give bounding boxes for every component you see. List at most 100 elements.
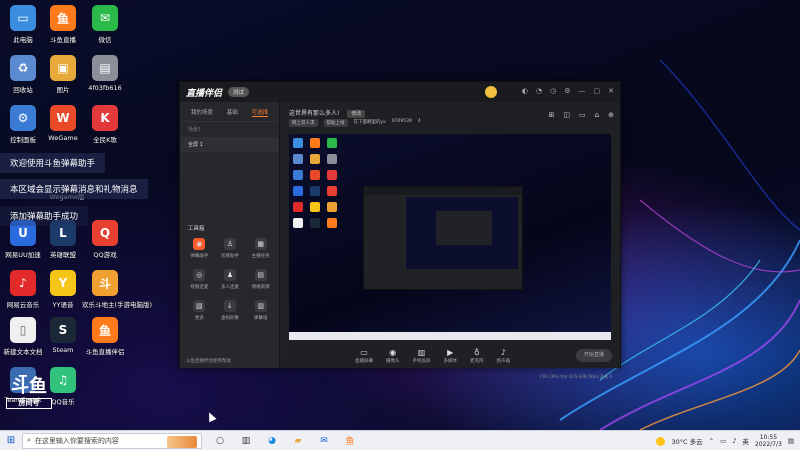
widgets-icon[interactable]: ▥ bbox=[238, 433, 254, 449]
desktop-icon[interactable]: ✉ 微信 bbox=[82, 5, 128, 44]
screen-capture-icon: ▭ bbox=[360, 348, 368, 357]
douyu-watermark: 斗鱼 房间号 bbox=[6, 378, 52, 422]
desktop-icon[interactable]: ▣ 图片 bbox=[40, 55, 86, 94]
desktop-app-icon: ♪ bbox=[10, 270, 36, 296]
skin-icon[interactable]: ◐ bbox=[522, 87, 528, 95]
main-pane: 这世界有那么多人! 修改 网上游人求 帮助上线 在下面哪里的yx 9709539 4 ⊞… bbox=[281, 102, 620, 379]
desktop-icon[interactable]: Y YY语音 bbox=[40, 270, 86, 309]
help-link[interactable]: 斗鱼直播伴侣使用帮助 bbox=[186, 358, 231, 364]
speaker-button[interactable]: ♪ 扬声器 bbox=[497, 348, 511, 364]
tool-item[interactable]: ♙ 房管助手 bbox=[215, 238, 246, 259]
maximize-icon[interactable]: ▢ bbox=[594, 87, 601, 95]
source-item-fullscreen[interactable]: 全屏 1 bbox=[180, 137, 279, 152]
tool-icon: ▦ bbox=[254, 238, 267, 250]
desktop-icon[interactable]: K 全民K歌 bbox=[82, 105, 128, 144]
microphone-button[interactable]: ♁ 麦克风 bbox=[470, 348, 484, 364]
room-meta-item[interactable]: 网上游人求 bbox=[289, 119, 318, 127]
scene-icon[interactable]: ◫ bbox=[563, 111, 570, 119]
room-meta-item[interactable]: 帮助上线 bbox=[323, 119, 348, 127]
stream-preview[interactable] bbox=[289, 134, 611, 340]
desktop-app-icon: Q bbox=[92, 220, 118, 246]
window-controls: ◐ ◔ ◷ ⚙ — ▢ ✕ bbox=[522, 87, 614, 95]
settings-icon[interactable]: ⚙ bbox=[564, 87, 570, 95]
avatar[interactable] bbox=[485, 86, 497, 98]
volume-icon[interactable]: ♪ bbox=[732, 437, 736, 445]
header-tools: ⊞ ◫ ▭ ⌂ ⊕ bbox=[549, 111, 614, 119]
tool-label: 更多 bbox=[194, 316, 204, 321]
tool-label: 视频连麦 bbox=[190, 285, 209, 290]
status-strip: CPU 19% 内存 41% 码率 0kb/s 丢帧 0 bbox=[539, 374, 612, 379]
room-meta-item: 在下面哪里的yx bbox=[353, 120, 386, 125]
tool-item[interactable]: ♟ 多人连麦 bbox=[215, 269, 246, 290]
danmu-added-notice: 添加弹幕助手成功 bbox=[0, 206, 89, 226]
share-icon[interactable]: ⊕ bbox=[608, 111, 614, 119]
network-icon[interactable]: ▭ bbox=[720, 437, 726, 445]
scene-item[interactable]: 场景1 bbox=[180, 122, 279, 137]
edge-browser-icon[interactable]: ◕ bbox=[264, 433, 280, 449]
tool-item[interactable]: ▦ 主播任务 bbox=[245, 238, 276, 259]
system-tray: 30°C 多云 ⌃ ▭ ♪ 英 10:55 2022/7/3 ▤ bbox=[656, 431, 794, 450]
live-companion-window: 直播伴侣 测试 ◐ ◔ ◷ ⚙ — ▢ ✕ 我的场景 基础 可选择 场景1 全屏 1 工具箱… bbox=[179, 81, 621, 379]
camera-button[interactable]: ◉ 摄像头 bbox=[386, 348, 400, 364]
douyu-live-companion-icon[interactable]: 鱼 bbox=[342, 433, 358, 449]
history-icon[interactable]: ◷ bbox=[550, 87, 556, 95]
tab-basic[interactable]: 基础 bbox=[227, 108, 238, 117]
close-icon[interactable]: ✕ bbox=[608, 87, 614, 95]
desktop-icon[interactable]: W WeGame bbox=[40, 105, 86, 142]
task-view-icon[interactable]: ○ bbox=[212, 433, 228, 449]
desktop-icon[interactable]: 鱼斗鱼直播 bbox=[40, 5, 86, 44]
tool-label: 弹幕墙 bbox=[253, 316, 268, 321]
media-icon: ▶ bbox=[447, 348, 454, 357]
layout-icon[interactable]: ⊞ bbox=[549, 111, 555, 119]
tab-my-scenes[interactable]: 我的场景 bbox=[191, 108, 213, 117]
desktop-app-icon: ▯ bbox=[10, 317, 36, 343]
minimize-icon[interactable]: — bbox=[579, 87, 586, 95]
screen-icon[interactable]: ▭ bbox=[579, 111, 586, 119]
tray-chevron-icon[interactable]: ⌃ bbox=[709, 437, 714, 445]
file-explorer-icon[interactable]: ▰ bbox=[290, 433, 306, 449]
screen-capture-button[interactable]: ▭ 直播屏幕 bbox=[355, 348, 373, 364]
mail-icon[interactable]: ✉ bbox=[316, 433, 332, 449]
watermark-sub-text: 房间号 bbox=[6, 398, 52, 409]
phone-cast-button[interactable]: ▥ 手机投屏 bbox=[413, 348, 431, 364]
search-icon: ⌕ bbox=[27, 436, 31, 444]
tool-icon: ♙ bbox=[223, 238, 236, 250]
tool-item[interactable]: ▥ 弹幕墙 bbox=[245, 300, 276, 321]
tab-selectable[interactable]: 可选择 bbox=[251, 108, 269, 117]
tool-label: 房管助手 bbox=[220, 254, 239, 259]
tool-label: 多人连麦 bbox=[220, 285, 239, 290]
desktop-icon-label: 欢乐斗地主(手游电脑版) bbox=[82, 301, 153, 309]
desktop-app-icon: ✉ bbox=[92, 5, 118, 31]
control-label: 摄像头 bbox=[386, 359, 400, 364]
tool-item[interactable]: ◉ 弹幕助手 bbox=[184, 238, 215, 259]
tool-item[interactable]: ▧ 更多 bbox=[184, 300, 215, 321]
tool-item[interactable]: ▤ 情绪表情 bbox=[245, 269, 276, 290]
clock[interactable]: 10:55 2022/7/3 bbox=[755, 434, 782, 448]
tool-label: 虚拟形象 bbox=[220, 316, 239, 321]
desktop-icon[interactable]: 斗欢乐斗地主(手游电脑版) bbox=[82, 270, 153, 309]
control-label: 麦克风 bbox=[470, 359, 484, 364]
desktop-icon[interactable]: ▤ 4f03fb616 bbox=[82, 55, 128, 92]
gift-icon[interactable]: ◔ bbox=[536, 87, 542, 95]
tool-item[interactable]: ◎ 视频连麦 bbox=[184, 269, 215, 290]
tool-item[interactable]: ↓ 虚拟形象 bbox=[215, 300, 246, 321]
notification-icon[interactable]: ▤ bbox=[788, 437, 794, 445]
control-label: 直播屏幕 bbox=[355, 359, 373, 364]
start-button[interactable]: ⊞ bbox=[0, 431, 22, 450]
taskbar-search[interactable]: ⌕ 在这里输入你要搜索的内容 bbox=[22, 432, 202, 449]
desktop-icon[interactable]: 鱼斗鱼直播伴侣 bbox=[82, 317, 128, 356]
desktop-icon-label: 斗鱼直播伴侣 bbox=[85, 348, 125, 356]
desktop-icon[interactable]: Q QQ游戏 bbox=[82, 220, 128, 259]
input-method[interactable]: 英 bbox=[742, 436, 749, 446]
desktop-icon[interactable]: S Steam bbox=[40, 317, 86, 354]
home-icon[interactable]: ⌂ bbox=[595, 111, 599, 119]
desktop-icon-label: 全民K歌 bbox=[93, 136, 117, 144]
scene-panel: 我的场景 基础 可选择 场景1 全屏 1 工具箱 ◉ 弹幕助手 ♙ 房管助手 ▦ 主播任务… bbox=[180, 102, 280, 368]
start-live-button[interactable]: 开始直播 bbox=[576, 349, 612, 362]
preview-taskbar bbox=[289, 332, 611, 340]
media-button[interactable]: ▶ 多媒体 bbox=[444, 348, 458, 364]
desktop-icon-label: Steam bbox=[52, 346, 74, 354]
edit-title-button[interactable]: 修改 bbox=[347, 110, 366, 118]
weather-text[interactable]: 30°C 多云 bbox=[671, 436, 702, 446]
app-version-badge[interactable]: 测试 bbox=[228, 87, 250, 97]
